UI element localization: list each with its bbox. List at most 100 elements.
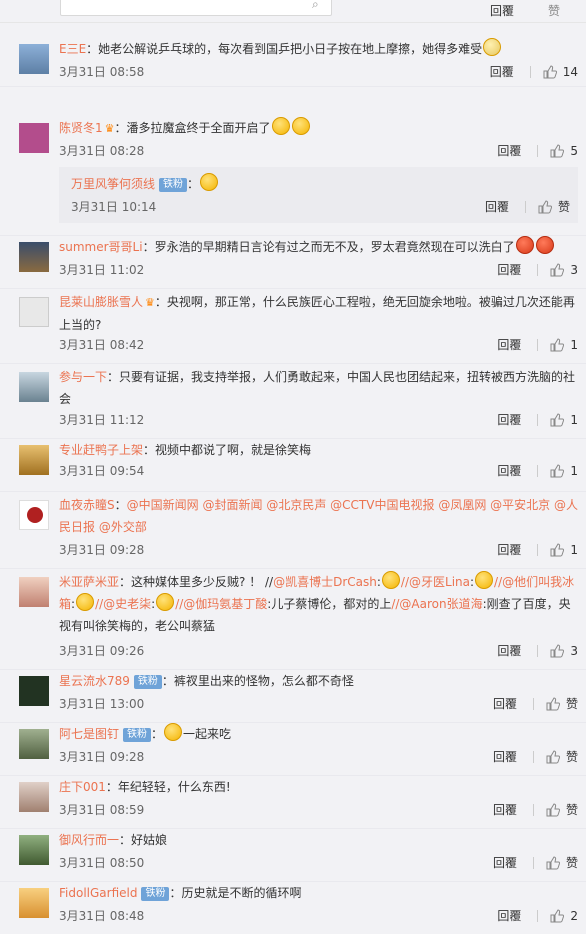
mention-link[interactable]: //@Aaron张道海: [391, 597, 482, 611]
mention-link[interactable]: @凯喜博士DrCash: [273, 575, 377, 589]
username-link[interactable]: 星云流水789: [59, 674, 130, 688]
thumbs-up-icon: [550, 413, 565, 427]
reply-button[interactable]: 回覆: [493, 853, 517, 873]
username-link[interactable]: 陈贤冬1: [59, 121, 103, 135]
like-label: 赞: [557, 200, 570, 214]
comment-item: FidollGarfield 铁粉 ：历史就是不断的循环啊 3月31日 08:48 …: [0, 882, 586, 934]
reply-button[interactable]: 回覆: [497, 260, 521, 280]
top-partial-bar: ⌕ 回覆 赞: [0, 0, 586, 23]
username-link[interactable]: 阿七是图钉: [59, 727, 119, 741]
reply-button[interactable]: 回覆: [497, 335, 521, 355]
thumbs-up-icon: [546, 856, 560, 870]
avatar[interactable]: [19, 676, 49, 706]
avatar[interactable]: [19, 123, 49, 153]
mention-link[interactable]: //@伽玛氨基丁酸: [175, 597, 267, 611]
username-link[interactable]: E三E: [59, 42, 86, 56]
like-button[interactable]: 赞: [546, 853, 578, 873]
comment-item: 昆莱山膨胀雪人 ♛：央视啊，那正常，什么民族匠心工程啦，绝无回旋余地啦。被骗过几次…: [0, 289, 586, 364]
like-button[interactable]: 赞: [546, 747, 578, 767]
like-button[interactable]: 1: [550, 335, 578, 355]
reply-button[interactable]: 回覆: [497, 540, 521, 560]
grin-emoji-icon: [164, 723, 183, 741]
username-link[interactable]: summer哥哥Li: [59, 240, 143, 254]
mention-link[interactable]: @中国新闻网: [127, 498, 199, 512]
mention-link[interactable]: @外交部: [99, 520, 147, 534]
username-link[interactable]: 万里风筝何须线: [71, 177, 155, 191]
username-link[interactable]: 御风行而一: [59, 833, 119, 847]
mention-link[interactable]: //@牙医Lina: [401, 575, 470, 589]
like-button[interactable]: 1: [550, 410, 578, 430]
top-like-button[interactable]: 赞: [548, 2, 560, 19]
avatar[interactable]: [19, 445, 49, 475]
username-link[interactable]: 血夜赤瞳S: [59, 498, 115, 512]
mention-link[interactable]: //@史老柒: [95, 597, 151, 611]
reply-button[interactable]: 回覆: [497, 410, 521, 430]
comment-item: summer哥哥Li：罗永浩的早期精日言论有过之而无不及，罗太君竟然现在可以洗白…: [0, 236, 586, 289]
comment-date: 3月31日 09:26: [59, 644, 145, 658]
avatar[interactable]: [19, 729, 49, 759]
username-link[interactable]: 专业赶鸭子上架: [59, 443, 143, 457]
avatar[interactable]: [19, 297, 49, 327]
username-link[interactable]: FidollGarfield: [59, 886, 137, 900]
username-link[interactable]: 昆莱山膨胀雪人: [59, 295, 143, 309]
comment-text: ：裤衩里出来的怪物，怎么都不奇怪: [161, 674, 354, 688]
like-button[interactable]: 赞: [546, 800, 578, 820]
thumbs-up-icon: [550, 338, 565, 352]
avatar[interactable]: [19, 242, 49, 272]
like-button[interactable]: 赞: [538, 197, 570, 217]
like-button[interactable]: 3: [550, 260, 578, 280]
divider: [537, 414, 539, 426]
like-button[interactable]: 1: [550, 540, 578, 560]
mention-link[interactable]: @封面新闻: [202, 498, 262, 512]
like-button[interactable]: 3: [550, 641, 578, 661]
mention-link[interactable]: @平安北京: [490, 498, 550, 512]
username-link[interactable]: 参与一下: [59, 370, 107, 384]
avatar[interactable]: [19, 372, 49, 402]
like-button[interactable]: 5: [550, 141, 578, 161]
comment-text: ：: [114, 498, 127, 512]
mention-link[interactable]: @北京民声: [266, 498, 326, 512]
avatar[interactable]: [19, 500, 49, 530]
comment-date: 3月31日 08:58: [59, 65, 145, 79]
vip-crown-icon: ♛: [104, 122, 115, 135]
comment-item: 米亚萨米亚：这种媒体里多少反贼? ！ //@凯喜博士DrCash://@牙医Li…: [0, 569, 586, 670]
grin-emoji-icon: [156, 593, 175, 611]
like-button[interactable]: 赞: [546, 694, 578, 714]
reply-button[interactable]: 回覆: [485, 197, 509, 217]
like-label: 赞: [565, 750, 578, 764]
mention-link[interactable]: @CCTV中国电视报: [330, 498, 434, 512]
like-button[interactable]: 1: [550, 461, 578, 481]
avatar[interactable]: [19, 835, 49, 865]
avatar[interactable]: [19, 782, 49, 812]
comment-text: ：视频中都说了啊，就是徐笑梅: [143, 443, 312, 457]
comment-date: 3月31日 09:28: [59, 543, 145, 557]
reply-button[interactable]: 回覆: [497, 906, 521, 926]
reply-button[interactable]: 回覆: [493, 747, 517, 767]
comment-date: 3月31日 11:12: [59, 413, 145, 427]
username-link[interactable]: 庄下001: [59, 780, 106, 794]
like-button[interactable]: 14: [543, 62, 578, 82]
reply-button[interactable]: 回覆: [490, 62, 514, 82]
avatar[interactable]: [19, 577, 49, 607]
reply-button[interactable]: 回覆: [497, 461, 521, 481]
reply-button[interactable]: 回覆: [497, 641, 521, 661]
avatar[interactable]: [19, 888, 49, 918]
username-link[interactable]: 米亚萨米亚: [59, 575, 119, 589]
comment-list: E三E：她老公解说乒乓球的，每次看到国乒把小日子按在地上摩擦，她得多难受 3月3…: [0, 30, 586, 934]
comment-date: 3月31日 10:14: [71, 200, 157, 214]
reply-button[interactable]: 回覆: [493, 694, 517, 714]
smirk-emoji-icon: [200, 173, 219, 191]
avatar[interactable]: [19, 44, 49, 74]
divider: [529, 66, 531, 78]
reply-button[interactable]: 回覆: [497, 141, 521, 161]
top-reply-button[interactable]: 回覆: [490, 2, 514, 19]
divider: [532, 857, 534, 869]
comment-item: 庄下001：年纪轻轻，什么东西! 3月31日 08:59 回覆 赞: [0, 776, 586, 829]
divider: [537, 145, 539, 157]
comment-text: ：她老公解说乒乓球的，每次看到国乒把小日子按在地上摩擦，她得多难受: [86, 42, 483, 56]
search-icon[interactable]: ⌕: [312, 0, 319, 12]
mention-link[interactable]: @凤凰网: [438, 498, 486, 512]
reply-button[interactable]: 回覆: [493, 800, 517, 820]
like-button[interactable]: 2: [550, 906, 578, 926]
reply-input-stub[interactable]: [60, 0, 332, 16]
